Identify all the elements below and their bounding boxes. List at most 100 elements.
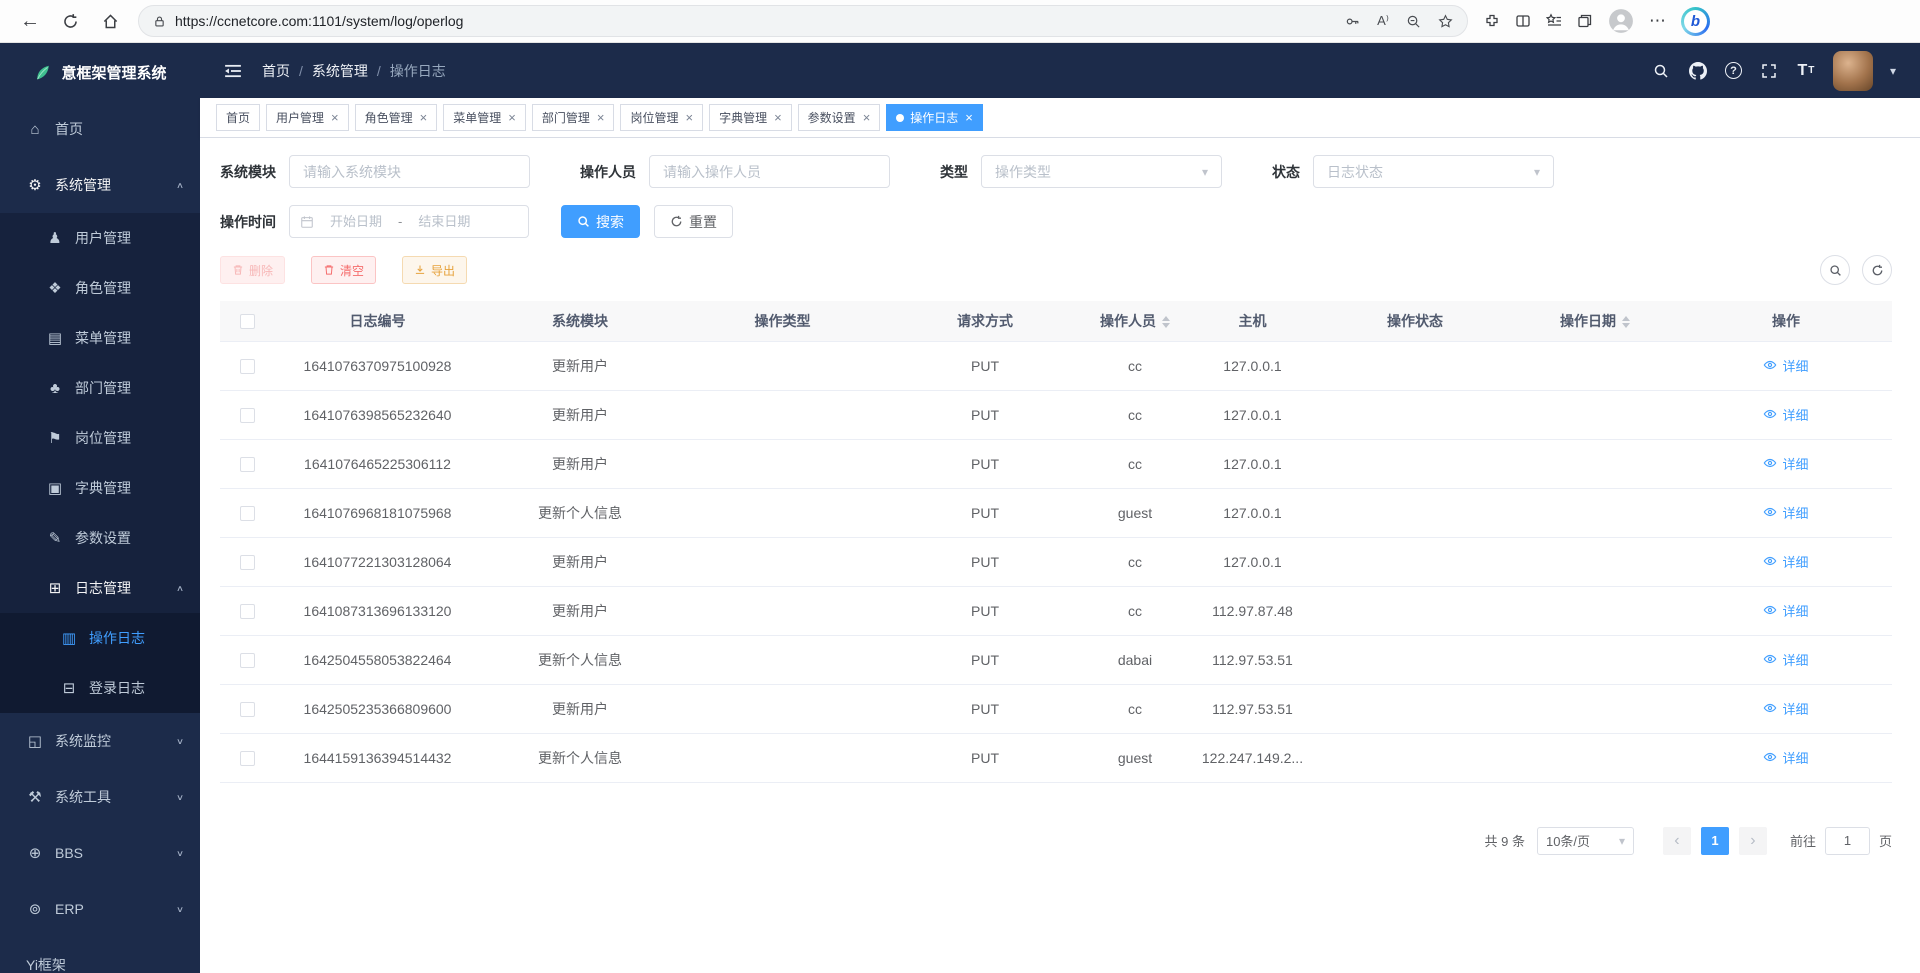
sidebar-item-system-tools[interactable]: ⚒ 系统工具 ∨ [0,769,200,825]
clear-button[interactable]: 清空 [311,256,376,284]
page-size-select[interactable]: 10条/页 ▾ [1537,827,1634,855]
row-checkbox[interactable] [240,457,255,472]
address-bar[interactable]: https://ccnetcore.com:1101/system/log/op… [138,5,1468,37]
sidebar-item-user-mgmt[interactable]: ♟ 用户管理 [0,213,200,263]
close-icon[interactable]: × [685,111,693,124]
detail-link[interactable]: 详细 [1763,552,1808,571]
sidebar-item-home[interactable]: ⌂ 首页 [0,101,200,157]
sidebar-item-dict-mgmt[interactable]: ▣ 字典管理 [0,463,200,513]
favorites-icon[interactable] [1546,13,1562,29]
close-icon[interactable]: × [420,111,428,124]
operator-input[interactable] [649,155,890,188]
date-range-picker[interactable]: - [289,205,529,238]
extensions-icon[interactable] [1484,13,1500,29]
more-menu-icon[interactable]: ⋯ [1649,11,1666,31]
tab-dict-mgmt[interactable]: 字典管理× [709,104,792,131]
collections-icon[interactable] [1577,13,1593,29]
tab-home[interactable]: 首页 [216,104,260,131]
read-aloud-icon[interactable]: A⁾ [1377,13,1389,29]
breadcrumb-home[interactable]: 首页 [262,61,290,81]
browser-profile-avatar[interactable] [1608,8,1634,34]
copilot-icon[interactable]: b [1681,7,1710,36]
fullscreen-icon[interactable] [1759,60,1779,82]
close-icon[interactable]: × [863,111,871,124]
search-icon[interactable] [1651,60,1671,82]
tab-post-mgmt[interactable]: 岗位管理× [620,104,703,131]
prev-page-button[interactable]: ‹ [1663,827,1691,855]
row-checkbox[interactable] [240,604,255,619]
status-select[interactable]: 日志状态 ▾ [1313,155,1554,188]
sidebar-item-erp[interactable]: ⊚ ERP ∨ [0,881,200,937]
refresh-icon[interactable] [52,4,88,38]
refresh-table-icon[interactable] [1862,255,1892,285]
sidebar-item-log-mgmt[interactable]: ⊞ 日志管理 ∧ [0,563,200,613]
close-icon[interactable]: × [597,111,605,124]
sidebar-item-param-settings[interactable]: ✎ 参数设置 [0,513,200,563]
split-screen-icon[interactable] [1515,13,1531,29]
help-icon[interactable]: ? [1725,62,1742,79]
row-checkbox[interactable] [240,506,255,521]
sidebar-item-dept-mgmt[interactable]: ♣ 部门管理 [0,363,200,413]
export-button[interactable]: 导出 [402,256,467,284]
module-input[interactable] [289,155,530,188]
delete-button[interactable]: 删除 [220,256,285,284]
search-button[interactable]: 搜索 [561,205,640,238]
sidebar-item-operation-log[interactable]: ▥ 操作日志 [0,613,200,663]
sidebar-item-menu-mgmt[interactable]: ▤ 菜单管理 [0,313,200,363]
end-date-input[interactable] [407,214,481,229]
row-checkbox[interactable] [240,555,255,570]
detail-link[interactable]: 详细 [1763,503,1808,522]
detail-link[interactable]: 详细 [1763,650,1808,669]
sort-icons[interactable] [1162,316,1170,328]
tab-param-settings[interactable]: 参数设置× [798,104,881,131]
reset-button[interactable]: 重置 [654,205,733,238]
back-icon[interactable]: ← [12,4,48,38]
avatar-caret-icon[interactable]: ▾ [1890,64,1896,78]
sidebar-item-bbs[interactable]: ⊕ BBS ∨ [0,825,200,881]
row-checkbox[interactable] [240,359,255,374]
row-checkbox[interactable] [240,751,255,766]
row-checkbox[interactable] [240,408,255,423]
sidebar-item-post-mgmt[interactable]: ⚑ 岗位管理 [0,413,200,463]
sidebar-item-system-mgmt[interactable]: ⚙ 系统管理 ∧ [0,157,200,213]
user-avatar[interactable] [1833,51,1873,91]
type-select[interactable]: 操作类型 ▾ [981,155,1222,188]
detail-link[interactable]: 详细 [1763,699,1808,718]
select-all-checkbox[interactable] [240,314,255,329]
sidebar-item-system-monitor[interactable]: ◱ 系统监控 ∨ [0,713,200,769]
browser-home-icon[interactable] [92,4,128,38]
detail-link[interactable]: 详细 [1763,748,1808,767]
tab-menu-mgmt[interactable]: 菜单管理× [443,104,526,131]
detail-link[interactable]: 详细 [1763,405,1808,424]
tab-role-mgmt[interactable]: 角色管理× [355,104,438,131]
close-icon[interactable]: × [774,111,782,124]
github-icon[interactable] [1688,60,1708,82]
row-checkbox[interactable] [240,653,255,668]
column-operator[interactable]: 操作人员 [1085,301,1185,341]
sidebar-item-yi-framework[interactable]: Yi框架 [0,937,200,973]
tab-operation-log[interactable]: 操作日志× [886,104,983,131]
sidebar-item-role-mgmt[interactable]: ❖ 角色管理 [0,263,200,313]
zoom-out-icon[interactable] [1406,14,1421,29]
sidebar-fold-icon[interactable] [224,62,242,80]
column-date[interactable]: 操作日期 [1510,301,1680,341]
breadcrumb-system-mgmt[interactable]: 系统管理 [312,61,368,81]
tab-dept-mgmt[interactable]: 部门管理× [532,104,615,131]
close-icon[interactable]: × [331,111,339,124]
close-icon[interactable]: × [508,111,516,124]
next-page-button[interactable]: › [1739,827,1767,855]
start-date-input[interactable] [319,214,393,229]
password-key-icon[interactable] [1345,14,1360,29]
detail-link[interactable]: 详细 [1763,356,1808,375]
add-favorite-icon[interactable] [1438,14,1453,29]
page-number-button[interactable]: 1 [1701,827,1729,855]
close-icon[interactable]: × [965,111,973,124]
goto-page-input[interactable] [1825,827,1870,855]
sort-icons[interactable] [1622,316,1630,328]
font-size-icon[interactable]: TT [1796,60,1816,82]
sidebar-item-login-log[interactable]: ⊟ 登录日志 [0,663,200,713]
tab-user-mgmt[interactable]: 用户管理× [266,104,349,131]
row-checkbox[interactable] [240,702,255,717]
detail-link[interactable]: 详细 [1763,601,1808,620]
detail-link[interactable]: 详细 [1763,454,1808,473]
